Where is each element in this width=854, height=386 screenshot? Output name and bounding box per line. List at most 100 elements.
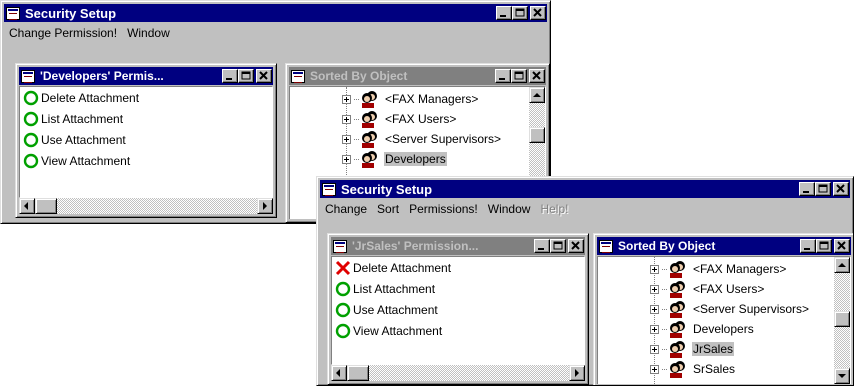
expand-icon[interactable] <box>650 344 659 354</box>
mdi-client: 'JrSales' Permission... Delete Attachmen… <box>320 219 853 385</box>
close-button[interactable] <box>834 239 850 253</box>
node-label-selected: JrSales <box>692 342 735 356</box>
permission-item[interactable]: Use Attachment <box>332 299 584 320</box>
tree-node[interactable]: Developers <box>342 149 447 169</box>
scroll-thumb[interactable] <box>347 365 369 381</box>
vertical-scrollbar[interactable] <box>834 257 850 384</box>
green-circle-icon <box>23 153 39 168</box>
permission-item[interactable]: List Attachment <box>20 108 272 129</box>
back-window-titlebar[interactable]: Security Setup <box>4 4 547 22</box>
close-button[interactable] <box>568 239 584 253</box>
expand-icon[interactable] <box>342 154 351 164</box>
menu-permissions[interactable]: Permissions! <box>404 202 483 216</box>
tree-node[interactable]: Developers <box>650 319 755 339</box>
tree-titlebar[interactable]: Sorted By Object <box>597 237 851 255</box>
close-button[interactable] <box>833 182 849 196</box>
node-label-selected: Developers <box>384 152 447 166</box>
permission-label: Delete Attachment <box>353 260 452 275</box>
node-label: <FAX Managers> <box>693 262 787 276</box>
user-group-icon <box>670 321 685 338</box>
expand-icon[interactable] <box>650 324 659 334</box>
minimize-button[interactable] <box>496 6 512 20</box>
maximize-button[interactable] <box>550 239 566 253</box>
scroll-thumb[interactable] <box>35 198 57 214</box>
menu-window[interactable]: Window <box>122 26 175 40</box>
minimize-button[interactable] <box>800 239 816 253</box>
tree-node[interactable]: <FAX Managers> <box>342 89 479 109</box>
close-button[interactable] <box>256 69 272 83</box>
front-security-window[interactable]: Security Setup Change Sort Permissions! … <box>316 176 854 386</box>
menu-window[interactable]: Window <box>483 202 536 216</box>
permission-label: Use Attachment <box>41 132 126 147</box>
permission-item[interactable]: Use Attachment <box>20 129 272 150</box>
menu-sort[interactable]: Sort <box>372 202 404 216</box>
maximize-button[interactable] <box>816 239 832 253</box>
permission-item[interactable]: View Attachment <box>332 320 584 341</box>
expand-icon[interactable] <box>342 94 351 104</box>
node-label: <FAX Users> <box>385 112 457 126</box>
user-group-icon <box>670 361 685 378</box>
maximize-button[interactable] <box>238 69 254 83</box>
tree-node[interactable]: <FAX Users> <box>342 109 457 129</box>
green-circle-icon <box>335 323 351 338</box>
sorted-by-object-pane[interactable]: Sorted By Object <FAX Managers> <FAX Use… <box>593 233 853 385</box>
permission-item[interactable]: List Attachment <box>332 278 584 299</box>
menu-help[interactable]: Help! <box>535 202 573 216</box>
maximize-button[interactable] <box>511 69 527 83</box>
tree-branch <box>662 348 667 350</box>
horizontal-scrollbar[interactable] <box>331 365 585 381</box>
document-icon <box>291 69 305 83</box>
permissions-titlebar[interactable]: 'Developers' Permis... <box>19 67 273 85</box>
scroll-left-button[interactable] <box>331 365 347 381</box>
permissions-titlebar[interactable]: 'JrSales' Permission... <box>331 237 585 255</box>
tree-node[interactable]: <Server Supervisors> <box>342 129 502 149</box>
scroll-up-button[interactable] <box>834 257 850 273</box>
tree-node[interactable]: JrSales <box>650 339 735 359</box>
close-button[interactable] <box>530 6 546 20</box>
minimize-button[interactable] <box>534 239 550 253</box>
scroll-up-button[interactable] <box>529 87 545 103</box>
scroll-right-button[interactable] <box>569 365 585 381</box>
scroll-left-button[interactable] <box>19 198 35 214</box>
user-group-icon <box>362 131 377 148</box>
minimize-button[interactable] <box>222 69 238 83</box>
close-button[interactable] <box>529 69 545 83</box>
user-group-icon <box>362 111 377 128</box>
window-title: Security Setup <box>25 5 117 21</box>
menu-change-permission[interactable]: Change Permission! <box>4 26 122 40</box>
maximize-button[interactable] <box>512 6 528 20</box>
tree-node[interactable]: <FAX Users> <box>650 279 765 299</box>
scroll-thumb[interactable] <box>529 127 545 143</box>
expand-icon[interactable] <box>650 364 659 374</box>
permissions-pane[interactable]: 'JrSales' Permission... Delete Attachmen… <box>327 233 589 385</box>
tree-node[interactable]: SrSales <box>650 359 736 379</box>
expand-icon[interactable] <box>650 264 659 274</box>
menu-change[interactable]: Change <box>320 202 372 216</box>
horizontal-scrollbar[interactable] <box>19 198 273 214</box>
tree-node[interactable]: <Server Supervisors> <box>650 299 810 319</box>
scroll-right-button[interactable] <box>257 198 273 214</box>
permissions-title: 'JrSales' Permission... <box>352 239 479 253</box>
expand-icon[interactable] <box>342 114 351 124</box>
permission-list[interactable]: Delete Attachment List Attachment Use At… <box>19 86 273 198</box>
tree-titlebar[interactable]: Sorted By Object <box>289 67 546 85</box>
minimize-button[interactable] <box>495 69 511 83</box>
scroll-thumb[interactable] <box>834 311 850 327</box>
tree-title: Sorted By Object <box>310 69 408 83</box>
permission-item[interactable]: Delete Attachment <box>332 257 584 278</box>
front-window-titlebar[interactable]: Security Setup <box>320 180 850 198</box>
tree-node[interactable]: <FAX Managers> <box>650 259 787 279</box>
node-label: Developers <box>693 322 754 336</box>
scroll-down-button[interactable] <box>834 368 850 384</box>
object-tree[interactable]: <FAX Managers> <FAX Users> <Server Super… <box>597 256 851 384</box>
expand-icon[interactable] <box>650 284 659 294</box>
expand-icon[interactable] <box>650 304 659 314</box>
permission-item[interactable]: Delete Attachment <box>20 87 272 108</box>
document-icon <box>333 239 347 253</box>
minimize-button[interactable] <box>799 182 815 196</box>
permissions-pane[interactable]: 'Developers' Permis... Delete Attachment… <box>15 63 277 218</box>
permission-item[interactable]: View Attachment <box>20 150 272 171</box>
maximize-button[interactable] <box>815 182 831 196</box>
expand-icon[interactable] <box>342 134 351 144</box>
permission-list[interactable]: Delete Attachment List Attachment Use At… <box>331 256 585 365</box>
